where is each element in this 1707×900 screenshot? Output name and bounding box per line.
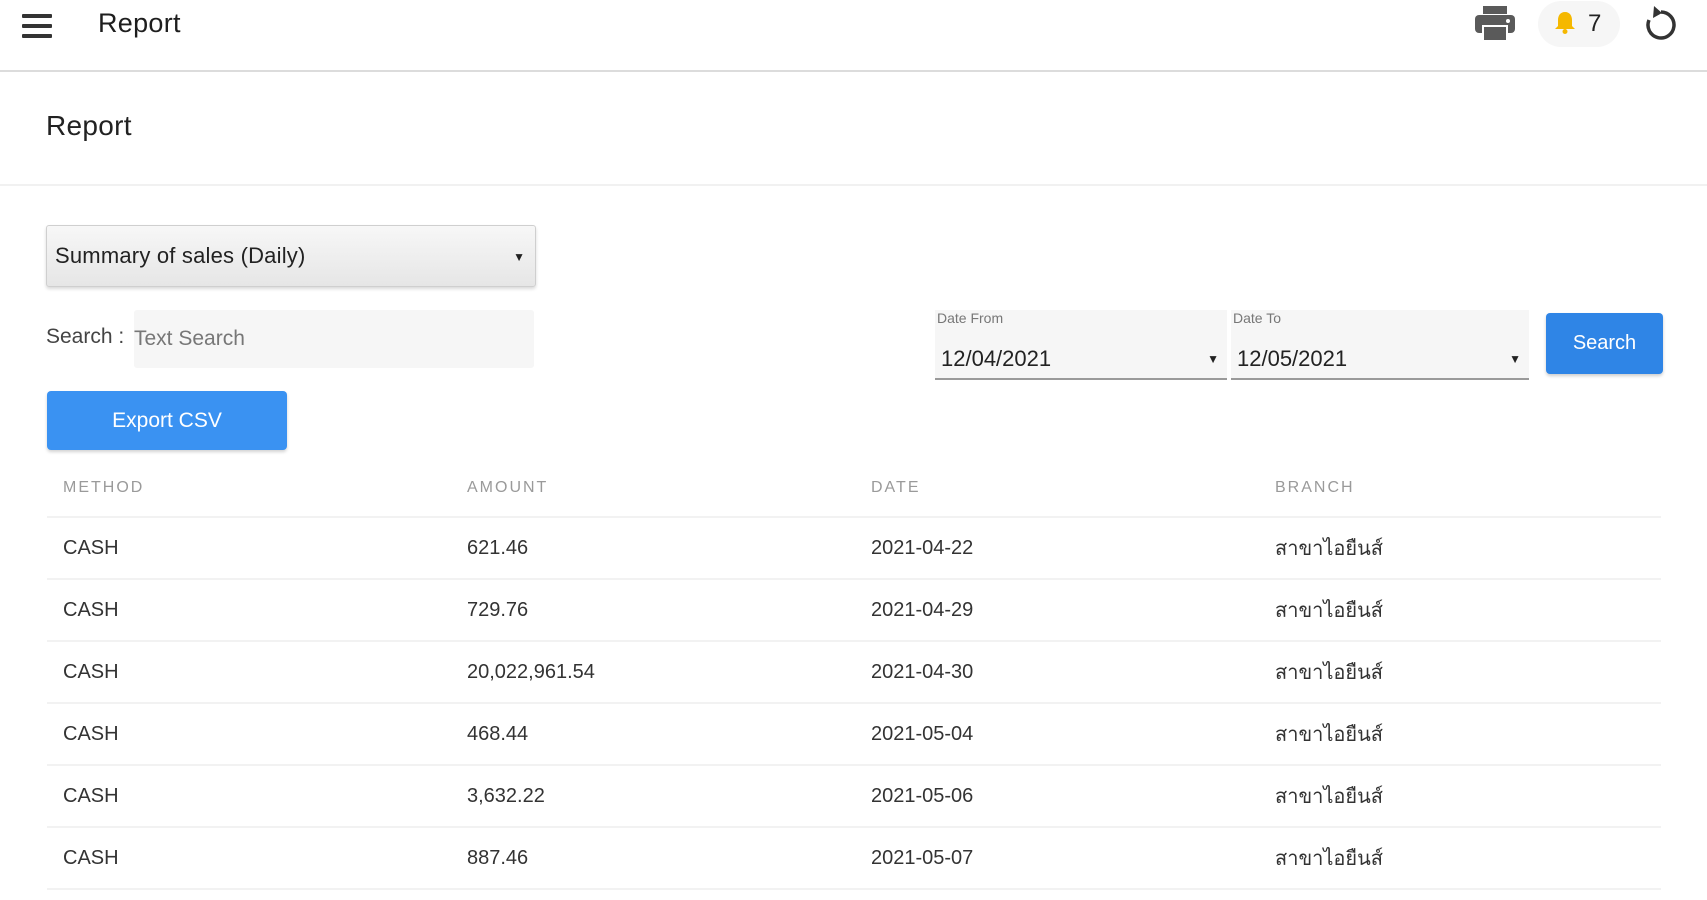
- app-bar: Report 7: [0, 0, 1707, 72]
- column-header-branch[interactable]: BRANCH: [1259, 479, 1661, 497]
- bell-icon: [1554, 10, 1576, 39]
- notification-count: 7: [1588, 10, 1602, 37]
- column-header-date[interactable]: DATE: [855, 479, 1259, 497]
- table-row[interactable]: CASH 20,022,961.54 2021-04-30 สาขาไอยืนส…: [47, 642, 1661, 704]
- cell-branch: สาขาไอยืนส์: [1275, 662, 1384, 684]
- dropdown-caret-icon: ▼: [1207, 352, 1219, 366]
- column-header-amount[interactable]: AMOUNT: [451, 479, 855, 497]
- search-input[interactable]: [134, 310, 534, 368]
- header-divider: [0, 184, 1707, 186]
- report-table: METHOD AMOUNT DATE BRANCH CASH 621.46 20…: [47, 460, 1661, 890]
- table-row[interactable]: CASH 729.76 2021-04-29 สาขาไอยืนส์: [47, 580, 1661, 642]
- app-title: Report: [98, 8, 181, 38]
- date-to-value: 12/05/2021: [1237, 346, 1348, 371]
- column-header-method[interactable]: METHOD: [47, 479, 451, 497]
- cell-branch: สาขาไอยืนส์: [1275, 600, 1384, 622]
- notification-button[interactable]: 7: [1538, 1, 1620, 47]
- cell-amount: 468.44: [467, 722, 529, 745]
- report-type-select[interactable]: Summary of sales (Daily) ▼: [46, 225, 536, 287]
- export-csv-button[interactable]: Export CSV: [47, 391, 287, 450]
- cell-amount: 887.46: [467, 846, 529, 869]
- search-button[interactable]: Search: [1546, 313, 1663, 374]
- cell-method: CASH: [63, 598, 119, 621]
- cell-date: 2021-04-30: [871, 660, 974, 683]
- cell-branch: สาขาไอยืนส์: [1275, 848, 1384, 870]
- cell-date: 2021-05-07: [871, 846, 974, 869]
- cell-method: CASH: [63, 660, 119, 683]
- date-from-value: 12/04/2021: [941, 346, 1052, 371]
- cell-branch: สาขาไอยืนส์: [1275, 724, 1384, 746]
- cell-amount: 3,632.22: [467, 784, 545, 807]
- cell-method: CASH: [63, 536, 119, 559]
- dropdown-caret-icon: ▼: [1509, 352, 1521, 366]
- page-title: Report: [46, 110, 132, 141]
- table-row[interactable]: CASH 468.44 2021-05-04 สาขาไอยืนส์: [47, 704, 1661, 766]
- table-row[interactable]: CASH 887.46 2021-05-07 สาขาไอยืนส์: [47, 828, 1661, 890]
- cell-method: CASH: [63, 784, 119, 807]
- search-label: Search :: [46, 325, 125, 348]
- hamburger-menu-icon[interactable]: [22, 10, 60, 42]
- cell-amount: 729.76: [467, 598, 529, 621]
- date-from-label: Date From: [937, 310, 1004, 326]
- cell-amount: 621.46: [467, 536, 529, 559]
- cell-date: 2021-04-22: [871, 536, 974, 559]
- cell-method: CASH: [63, 846, 119, 869]
- cell-date: 2021-05-06: [871, 784, 974, 807]
- date-to-label: Date To: [1233, 310, 1281, 326]
- table-row[interactable]: CASH 621.46 2021-04-22 สาขาไอยืนส์: [47, 518, 1661, 580]
- date-to-field[interactable]: Date To 12/05/2021 ▼: [1231, 310, 1529, 380]
- cell-date: 2021-04-29: [871, 598, 974, 621]
- dropdown-caret-icon: ▼: [513, 250, 525, 264]
- cell-amount: 20,022,961.54: [467, 660, 595, 683]
- printer-icon[interactable]: [1472, 4, 1518, 44]
- table-header: METHOD AMOUNT DATE BRANCH: [47, 460, 1661, 518]
- report-type-value: Summary of sales (Daily): [55, 243, 306, 268]
- cell-date: 2021-05-04: [871, 722, 974, 745]
- refresh-icon[interactable]: [1640, 4, 1682, 46]
- cell-branch: สาขาไอยืนส์: [1275, 786, 1384, 808]
- table-row[interactable]: CASH 3,632.22 2021-05-06 สาขาไอยืนส์: [47, 766, 1661, 828]
- cell-method: CASH: [63, 722, 119, 745]
- date-from-field[interactable]: Date From 12/04/2021 ▼: [935, 310, 1227, 380]
- cell-branch: สาขาไอยืนส์: [1275, 538, 1384, 560]
